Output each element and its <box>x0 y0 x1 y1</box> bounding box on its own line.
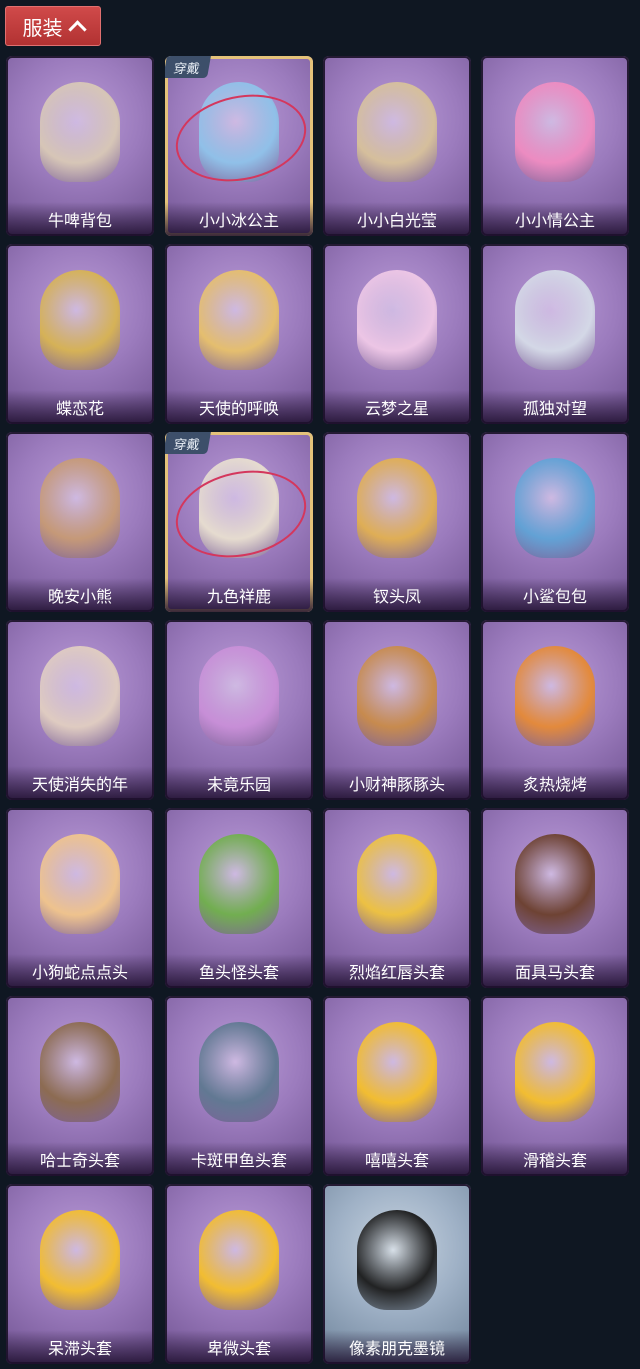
item-thumbnail <box>357 458 437 558</box>
item-card[interactable]: 滑稽头套 <box>481 996 629 1176</box>
item-label: 九色祥鹿 <box>165 578 313 612</box>
item-card[interactable]: 嘻嘻头套 <box>323 996 471 1176</box>
item-label: 云梦之星 <box>323 390 471 424</box>
item-thumbnail <box>40 458 120 558</box>
item-card[interactable]: 孤独对望 <box>481 244 629 424</box>
item-card[interactable]: 哈士奇头套 <box>6 996 154 1176</box>
item-label: 晚安小熊 <box>6 578 154 612</box>
item-label: 炙热烧烤 <box>481 766 629 800</box>
item-label: 未竟乐园 <box>165 766 313 800</box>
item-label: 蝶恋花 <box>6 390 154 424</box>
item-card[interactable]: 云梦之星 <box>323 244 471 424</box>
worn-badge: 穿戴 <box>165 56 211 78</box>
outfit-section-toggle[interactable]: 服装 <box>5 6 101 46</box>
item-label: 小小冰公主 <box>165 202 313 236</box>
item-thumbnail <box>199 270 279 370</box>
item-label: 像素朋克墨镜 <box>323 1330 471 1364</box>
worn-highlight-ring <box>167 83 313 193</box>
item-label: 小小白光莹 <box>323 202 471 236</box>
item-label: 哈士奇头套 <box>6 1142 154 1176</box>
item-card[interactable]: 小财神豚豚头 <box>323 620 471 800</box>
item-thumbnail <box>357 834 437 934</box>
item-card[interactable]: 小鲨包包 <box>481 432 629 612</box>
item-thumbnail <box>40 82 120 182</box>
item-thumbnail <box>199 1210 279 1310</box>
item-card[interactable]: 天使的呼唤 <box>165 244 313 424</box>
item-card[interactable]: 烈焰红唇头套 <box>323 808 471 988</box>
item-card[interactable]: 钗头凤 <box>323 432 471 612</box>
item-label: 小小情公主 <box>481 202 629 236</box>
item-label: 天使的呼唤 <box>165 390 313 424</box>
item-thumbnail <box>40 1210 120 1310</box>
worn-badge: 穿戴 <box>165 432 211 454</box>
item-card[interactable]: 呆滞头套 <box>6 1184 154 1364</box>
item-thumbnail <box>515 646 595 746</box>
item-card[interactable]: 炙热烧烤 <box>481 620 629 800</box>
item-label: 钗头凤 <box>323 578 471 612</box>
item-thumbnail <box>515 834 595 934</box>
item-thumbnail <box>40 646 120 746</box>
item-thumbnail <box>40 270 120 370</box>
item-thumbnail <box>40 834 120 934</box>
item-card[interactable]: 小小白光莹 <box>323 56 471 236</box>
item-label: 小鲨包包 <box>481 578 629 612</box>
item-thumbnail <box>357 82 437 182</box>
item-card[interactable]: 穿戴 九色祥鹿 <box>165 432 313 612</box>
item-label: 卡斑甲鱼头套 <box>165 1142 313 1176</box>
item-label: 嘻嘻头套 <box>323 1142 471 1176</box>
item-card[interactable]: 卑微头套 <box>165 1184 313 1364</box>
item-label: 鱼头怪头套 <box>165 954 313 988</box>
item-label: 牛啤背包 <box>6 202 154 236</box>
item-thumbnail <box>515 1022 595 1122</box>
worn-highlight-ring <box>167 459 313 569</box>
item-thumbnail <box>199 1022 279 1122</box>
item-thumbnail <box>357 270 437 370</box>
item-thumbnail <box>357 1022 437 1122</box>
item-thumbnail <box>199 646 279 746</box>
item-label: 小财神豚豚头 <box>323 766 471 800</box>
item-thumbnail <box>199 834 279 934</box>
section-title: 服装 <box>22 15 63 40</box>
item-card[interactable]: 像素朋克墨镜 <box>323 1184 471 1364</box>
item-thumbnail <box>357 1210 437 1310</box>
item-card[interactable]: 蝶恋花 <box>6 244 154 424</box>
item-label: 孤独对望 <box>481 390 629 424</box>
item-card[interactable]: 天使消失的年 <box>6 620 154 800</box>
item-thumbnail <box>515 458 595 558</box>
item-label: 卑微头套 <box>165 1330 313 1364</box>
item-card[interactable]: 牛啤背包 <box>6 56 154 236</box>
item-thumbnail <box>357 646 437 746</box>
item-card[interactable]: 穿戴 小小冰公主 <box>165 56 313 236</box>
item-label: 滑稽头套 <box>481 1142 629 1176</box>
item-thumbnail <box>40 1022 120 1122</box>
item-card[interactable]: 未竟乐园 <box>165 620 313 800</box>
item-card[interactable]: 卡斑甲鱼头套 <box>165 996 313 1176</box>
item-label: 小狗蛇点点头 <box>6 954 154 988</box>
item-label: 烈焰红唇头套 <box>323 954 471 988</box>
item-thumbnail <box>515 270 595 370</box>
item-thumbnail <box>515 82 595 182</box>
item-card[interactable]: 小小情公主 <box>481 56 629 236</box>
item-label: 面具马头套 <box>481 954 629 988</box>
item-card[interactable]: 晚安小熊 <box>6 432 154 612</box>
item-label: 呆滞头套 <box>6 1330 154 1364</box>
item-card[interactable]: 小狗蛇点点头 <box>6 808 154 988</box>
item-label: 天使消失的年 <box>6 766 154 800</box>
chevron-up-icon <box>67 19 87 39</box>
item-card[interactable]: 鱼头怪头套 <box>165 808 313 988</box>
item-card[interactable]: 面具马头套 <box>481 808 629 988</box>
